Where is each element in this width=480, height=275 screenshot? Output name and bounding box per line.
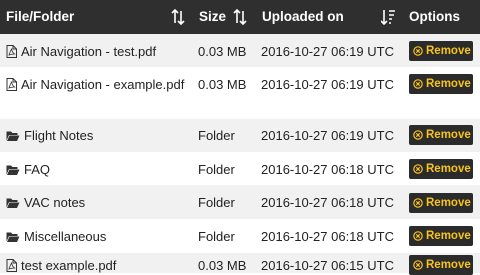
file-pdf-icon: [6, 45, 17, 58]
folder-open-icon: [6, 165, 20, 175]
folder-cell[interactable]: VAC notes: [6, 193, 191, 212]
sort-desc-icon[interactable]: [381, 9, 395, 25]
uploaded-date: 2016-10-27 06:19 UTC: [261, 128, 394, 143]
table-row: VAC notes Folder 2016-10-27 06:18 UTC Re…: [0, 185, 480, 219]
remove-label: Remove: [426, 45, 471, 57]
column-header-size[interactable]: Size: [199, 0, 226, 34]
file-table: File/Folder Size Uploaded on Options Air…: [0, 0, 480, 275]
remove-label: Remove: [426, 230, 471, 242]
column-header-options: Options: [409, 9, 460, 24]
remove-circle-icon: [413, 164, 423, 174]
uploaded-date: 2016-10-27 06:18 UTC: [261, 229, 394, 244]
file-cell[interactable]: Air Navigation - test.pdf: [6, 42, 191, 61]
sort-icon[interactable]: [233, 9, 247, 25]
uploaded-date: 2016-10-27 06:19 UTC: [261, 44, 394, 59]
remove-label: Remove: [426, 78, 471, 90]
remove-circle-icon: [413, 231, 423, 241]
uploaded-date: 2016-10-27 06:19 UTC: [261, 77, 394, 92]
table-row: Miscellaneous Folder 2016-10-27 06:18 UT…: [0, 219, 480, 253]
table-row: Air Navigation - test.pdf 0.03 MB 2016-1…: [0, 34, 480, 67]
table-header: File/Folder Size Uploaded on Options: [0, 0, 480, 34]
file-pdf-icon: [6, 78, 17, 91]
file-size: Folder: [198, 162, 235, 177]
file-size: 0.03 MB: [198, 44, 247, 59]
uploaded-date: 2016-10-27 06:18 UTC: [261, 195, 394, 210]
remove-button[interactable]: Remove: [409, 255, 473, 275]
column-header-file-folder[interactable]: File/Folder: [6, 0, 74, 34]
file-size: 0.03 MB: [198, 77, 247, 92]
uploaded-date: 2016-10-27 06:15 UTC: [261, 258, 394, 273]
folder-cell[interactable]: Flight Notes: [6, 126, 191, 145]
column-header-uploaded-on[interactable]: Uploaded on: [262, 0, 344, 34]
remove-label: Remove: [426, 163, 471, 175]
folder-cell[interactable]: Miscellaneous: [6, 227, 191, 246]
remove-label: Remove: [426, 129, 471, 141]
remove-circle-icon: [413, 260, 423, 270]
folder-name: Miscellaneous: [24, 229, 107, 244]
remove-button[interactable]: Remove: [409, 226, 473, 246]
table-row: Air Navigation - example.pdf 0.03 MB 201…: [0, 67, 480, 119]
file-cell[interactable]: test example.pdf: [6, 256, 191, 275]
remove-label: Remove: [426, 259, 471, 271]
remove-button[interactable]: Remove: [409, 74, 473, 94]
remove-button[interactable]: Remove: [409, 193, 473, 213]
remove-circle-icon: [413, 130, 423, 140]
file-cell[interactable]: Air Navigation - example.pdf: [6, 75, 191, 94]
folder-name: Flight Notes: [24, 128, 94, 143]
remove-circle-icon: [413, 79, 423, 89]
file-size: Folder: [198, 229, 235, 244]
remove-circle-icon: [413, 46, 423, 56]
table-row: FAQ Folder 2016-10-27 06:18 UTC Remove: [0, 152, 480, 185]
remove-circle-icon: [413, 198, 423, 208]
folder-open-icon: [6, 232, 20, 242]
folder-name: FAQ: [24, 162, 51, 177]
remove-label: Remove: [426, 197, 471, 209]
folder-open-icon: [6, 198, 20, 208]
file-name: Air Navigation - example.pdf: [21, 77, 185, 92]
remove-button[interactable]: Remove: [409, 159, 473, 179]
file-name: test example.pdf: [21, 258, 117, 273]
folder-name: VAC notes: [24, 195, 86, 210]
file-size: Folder: [198, 128, 235, 143]
uploaded-date: 2016-10-27 06:18 UTC: [261, 162, 394, 177]
file-size: Folder: [198, 195, 235, 210]
file-pdf-icon: [6, 259, 17, 272]
folder-cell[interactable]: FAQ: [6, 160, 191, 179]
file-name: Air Navigation - test.pdf: [21, 44, 157, 59]
sort-icon[interactable]: [171, 9, 185, 25]
remove-button[interactable]: Remove: [409, 41, 473, 61]
table-row: test example.pdf 0.03 MB 2016-10-27 06:1…: [0, 253, 480, 275]
table-row: Flight Notes Folder 2016-10-27 06:19 UTC…: [0, 119, 480, 152]
file-size: 0.03 MB: [198, 258, 247, 273]
remove-button[interactable]: Remove: [409, 125, 473, 145]
folder-open-icon: [6, 131, 20, 141]
